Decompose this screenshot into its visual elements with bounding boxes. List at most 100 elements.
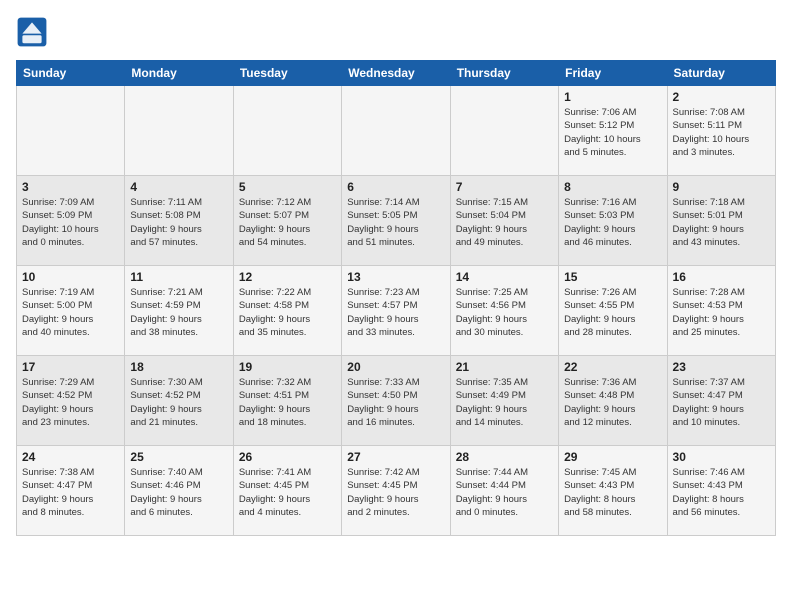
- cell-content: Sunrise: 7:26 AM Sunset: 4:55 PM Dayligh…: [564, 286, 661, 339]
- calendar-cell: 17 Sunrise: 7:29 AM Sunset: 4:52 PM Dayli…: [17, 356, 125, 446]
- cell-content: Sunrise: 7:38 AM Sunset: 4:47 PM Dayligh…: [22, 466, 119, 519]
- day-number: 5: [239, 180, 336, 194]
- day-number: 23: [673, 360, 770, 374]
- cell-content: Sunrise: 7:46 AM Sunset: 4:43 PM Dayligh…: [673, 466, 770, 519]
- calendar-cell: 25 Sunrise: 7:40 AM Sunset: 4:46 PM Dayli…: [125, 446, 233, 536]
- cell-content: Sunrise: 7:41 AM Sunset: 4:45 PM Dayligh…: [239, 466, 336, 519]
- cell-content: Sunrise: 7:06 AM Sunset: 5:12 PM Dayligh…: [564, 106, 661, 159]
- cell-content: Sunrise: 7:14 AM Sunset: 5:05 PM Dayligh…: [347, 196, 444, 249]
- day-number: 20: [347, 360, 444, 374]
- calendar-cell: 4 Sunrise: 7:11 AM Sunset: 5:08 PM Daylig…: [125, 176, 233, 266]
- logo: [16, 16, 52, 48]
- calendar-cell: [450, 86, 558, 176]
- cell-content: Sunrise: 7:08 AM Sunset: 5:11 PM Dayligh…: [673, 106, 770, 159]
- calendar-cell: 13 Sunrise: 7:23 AM Sunset: 4:57 PM Dayli…: [342, 266, 450, 356]
- calendar-cell: 16 Sunrise: 7:28 AM Sunset: 4:53 PM Dayli…: [667, 266, 775, 356]
- day-number: 13: [347, 270, 444, 284]
- calendar-cell: [342, 86, 450, 176]
- day-number: 19: [239, 360, 336, 374]
- day-number: 27: [347, 450, 444, 464]
- calendar-cell: 22 Sunrise: 7:36 AM Sunset: 4:48 PM Dayli…: [559, 356, 667, 446]
- day-number: 26: [239, 450, 336, 464]
- cell-content: Sunrise: 7:45 AM Sunset: 4:43 PM Dayligh…: [564, 466, 661, 519]
- weekday-header: Saturday: [667, 61, 775, 86]
- day-number: 10: [22, 270, 119, 284]
- cell-content: Sunrise: 7:21 AM Sunset: 4:59 PM Dayligh…: [130, 286, 227, 339]
- cell-content: Sunrise: 7:42 AM Sunset: 4:45 PM Dayligh…: [347, 466, 444, 519]
- calendar-cell: 6 Sunrise: 7:14 AM Sunset: 5:05 PM Daylig…: [342, 176, 450, 266]
- cell-content: Sunrise: 7:30 AM Sunset: 4:52 PM Dayligh…: [130, 376, 227, 429]
- cell-content: Sunrise: 7:22 AM Sunset: 4:58 PM Dayligh…: [239, 286, 336, 339]
- weekday-header: Friday: [559, 61, 667, 86]
- calendar-cell: 8 Sunrise: 7:16 AM Sunset: 5:03 PM Daylig…: [559, 176, 667, 266]
- page-header: [16, 16, 776, 48]
- calendar-cell: 11 Sunrise: 7:21 AM Sunset: 4:59 PM Dayli…: [125, 266, 233, 356]
- calendar-cell: 9 Sunrise: 7:18 AM Sunset: 5:01 PM Daylig…: [667, 176, 775, 266]
- calendar-cell: 30Sunrise: 7:46 AM Sunset: 4:43 PM Dayli…: [667, 446, 775, 536]
- calendar-cell: 28 Sunrise: 7:44 AM Sunset: 4:44 PM Dayli…: [450, 446, 558, 536]
- calendar-cell: 10 Sunrise: 7:19 AM Sunset: 5:00 PM Dayli…: [17, 266, 125, 356]
- day-number: 12: [239, 270, 336, 284]
- cell-content: Sunrise: 7:19 AM Sunset: 5:00 PM Dayligh…: [22, 286, 119, 339]
- calendar-cell: 24 Sunrise: 7:38 AM Sunset: 4:47 PM Dayli…: [17, 446, 125, 536]
- day-number: 1: [564, 90, 661, 104]
- cell-content: Sunrise: 7:16 AM Sunset: 5:03 PM Dayligh…: [564, 196, 661, 249]
- cell-content: Sunrise: 7:11 AM Sunset: 5:08 PM Dayligh…: [130, 196, 227, 249]
- day-number: 11: [130, 270, 227, 284]
- day-number: 2: [673, 90, 770, 104]
- calendar-cell: 2 Sunrise: 7:08 AM Sunset: 5:11 PM Daylig…: [667, 86, 775, 176]
- cell-content: Sunrise: 7:18 AM Sunset: 5:01 PM Dayligh…: [673, 196, 770, 249]
- cell-content: Sunrise: 7:25 AM Sunset: 4:56 PM Dayligh…: [456, 286, 553, 339]
- cell-content: Sunrise: 7:44 AM Sunset: 4:44 PM Dayligh…: [456, 466, 553, 519]
- cell-content: Sunrise: 7:09 AM Sunset: 5:09 PM Dayligh…: [22, 196, 119, 249]
- weekday-header: Wednesday: [342, 61, 450, 86]
- calendar-cell: 26 Sunrise: 7:41 AM Sunset: 4:45 PM Dayli…: [233, 446, 341, 536]
- weekday-header: Thursday: [450, 61, 558, 86]
- cell-content: Sunrise: 7:33 AM Sunset: 4:50 PM Dayligh…: [347, 376, 444, 429]
- calendar-cell: 29Sunrise: 7:45 AM Sunset: 4:43 PM Dayli…: [559, 446, 667, 536]
- calendar-cell: 20 Sunrise: 7:33 AM Sunset: 4:50 PM Dayli…: [342, 356, 450, 446]
- calendar-cell: 1 Sunrise: 7:06 AM Sunset: 5:12 PM Daylig…: [559, 86, 667, 176]
- calendar-cell: 19 Sunrise: 7:32 AM Sunset: 4:51 PM Dayli…: [233, 356, 341, 446]
- day-number: 3: [22, 180, 119, 194]
- cell-content: Sunrise: 7:37 AM Sunset: 4:47 PM Dayligh…: [673, 376, 770, 429]
- calendar-cell: 18 Sunrise: 7:30 AM Sunset: 4:52 PM Dayli…: [125, 356, 233, 446]
- day-number: 16: [673, 270, 770, 284]
- calendar-cell: 23 Sunrise: 7:37 AM Sunset: 4:47 PM Dayli…: [667, 356, 775, 446]
- cell-content: Sunrise: 7:32 AM Sunset: 4:51 PM Dayligh…: [239, 376, 336, 429]
- cell-content: Sunrise: 7:29 AM Sunset: 4:52 PM Dayligh…: [22, 376, 119, 429]
- cell-content: Sunrise: 7:35 AM Sunset: 4:49 PM Dayligh…: [456, 376, 553, 429]
- calendar-cell: [17, 86, 125, 176]
- calendar-cell: 15Sunrise: 7:26 AM Sunset: 4:55 PM Dayli…: [559, 266, 667, 356]
- calendar-cell: [233, 86, 341, 176]
- day-number: 24: [22, 450, 119, 464]
- day-number: 6: [347, 180, 444, 194]
- day-number: 28: [456, 450, 553, 464]
- day-number: 17: [22, 360, 119, 374]
- calendar-cell: [125, 86, 233, 176]
- cell-content: Sunrise: 7:15 AM Sunset: 5:04 PM Dayligh…: [456, 196, 553, 249]
- day-number: 8: [564, 180, 661, 194]
- day-number: 18: [130, 360, 227, 374]
- cell-content: Sunrise: 7:28 AM Sunset: 4:53 PM Dayligh…: [673, 286, 770, 339]
- logo-icon: [16, 16, 48, 48]
- cell-content: Sunrise: 7:12 AM Sunset: 5:07 PM Dayligh…: [239, 196, 336, 249]
- day-number: 21: [456, 360, 553, 374]
- cell-content: Sunrise: 7:36 AM Sunset: 4:48 PM Dayligh…: [564, 376, 661, 429]
- day-number: 4: [130, 180, 227, 194]
- weekday-header: Sunday: [17, 61, 125, 86]
- cell-content: Sunrise: 7:40 AM Sunset: 4:46 PM Dayligh…: [130, 466, 227, 519]
- calendar-cell: 12 Sunrise: 7:22 AM Sunset: 4:58 PM Dayli…: [233, 266, 341, 356]
- calendar-cell: 3 Sunrise: 7:09 AM Sunset: 5:09 PM Daylig…: [17, 176, 125, 266]
- calendar-table: SundayMondayTuesdayWednesdayThursdayFrid…: [16, 60, 776, 536]
- day-number: 22: [564, 360, 661, 374]
- calendar-cell: 7 Sunrise: 7:15 AM Sunset: 5:04 PM Daylig…: [450, 176, 558, 266]
- weekday-header: Tuesday: [233, 61, 341, 86]
- calendar-cell: 14 Sunrise: 7:25 AM Sunset: 4:56 PM Dayli…: [450, 266, 558, 356]
- cell-content: Sunrise: 7:23 AM Sunset: 4:57 PM Dayligh…: [347, 286, 444, 339]
- day-number: 9: [673, 180, 770, 194]
- day-number: 25: [130, 450, 227, 464]
- calendar-cell: 21 Sunrise: 7:35 AM Sunset: 4:49 PM Dayli…: [450, 356, 558, 446]
- day-number: 14: [456, 270, 553, 284]
- day-number: 7: [456, 180, 553, 194]
